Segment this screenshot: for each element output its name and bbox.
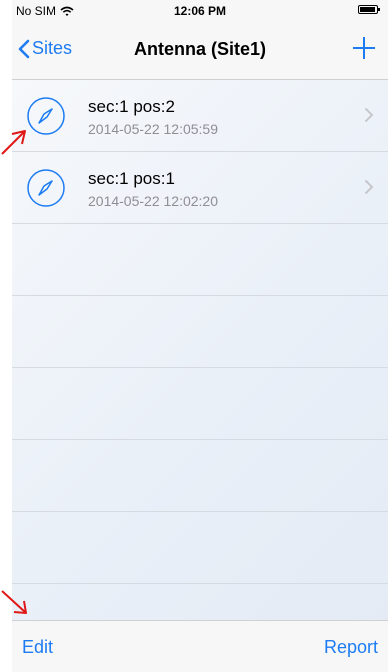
navigation-bar: Sites Antenna (Site1) <box>12 20 388 80</box>
antenna-list: sec:1 pos:2 2014-05-22 12:05:59 sec:1 po… <box>12 80 388 620</box>
row-title: sec:1 pos:2 <box>88 97 175 116</box>
report-button[interactable]: Report <box>324 637 378 658</box>
list-item[interactable]: sec:1 pos:2 2014-05-22 12:05:59 <box>12 80 388 152</box>
chevron-right-icon <box>365 180 374 194</box>
battery-icon <box>358 5 380 14</box>
list-separator <box>12 511 388 512</box>
row-title: sec:1 pos:1 <box>88 169 175 188</box>
row-timestamp: 2014-05-22 12:05:59 <box>88 121 218 137</box>
compass-icon <box>27 169 65 207</box>
back-button[interactable]: Sites <box>18 38 72 59</box>
list-separator <box>12 583 388 584</box>
status-time: 12:06 PM <box>173 4 227 18</box>
plus-icon[interactable] <box>350 34 378 62</box>
list-separator <box>12 439 388 440</box>
chevron-left-icon <box>18 39 30 58</box>
back-button-label: Sites <box>32 38 73 58</box>
list-separator <box>12 367 388 368</box>
compass-icon <box>27 97 65 135</box>
edit-button[interactable]: Edit <box>22 637 53 658</box>
list-separator <box>12 295 388 296</box>
row-timestamp: 2014-05-22 12:02:20 <box>88 193 218 209</box>
bottom-toolbar: Edit Report <box>12 620 388 672</box>
status-bar: No SIM 12:06 PM <box>12 0 388 20</box>
list-item[interactable]: sec:1 pos:1 2014-05-22 12:02:20 <box>12 152 388 224</box>
chevron-right-icon <box>365 108 374 122</box>
